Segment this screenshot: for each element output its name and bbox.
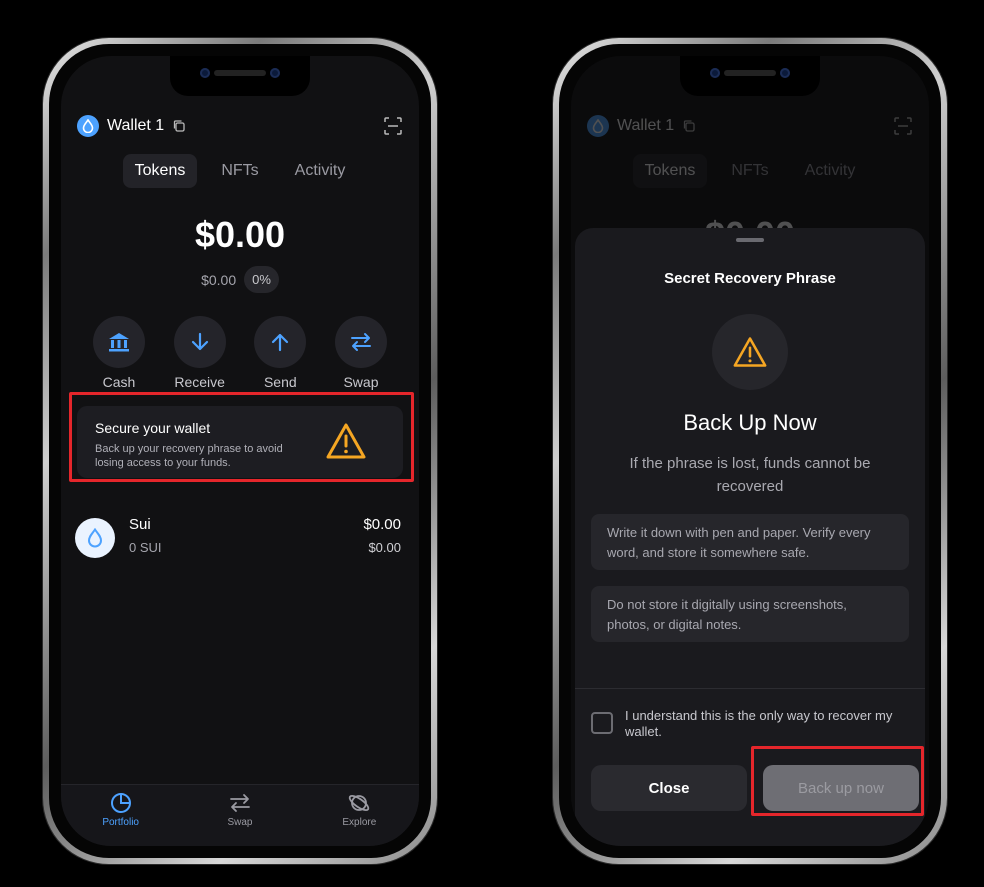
wallet-header: Wallet 1 [77,108,403,144]
phone-frame-right: Wallet 1 Tokens NFTs Activity $0.00 Secr… [553,38,947,864]
tab-activity[interactable]: Activity [283,154,358,188]
swap-icon [230,794,250,812]
tip-write-down: Write it down with pen and paper. Verify… [591,514,909,570]
nav-portfolio[interactable]: Portfolio [81,791,161,846]
highlight-secure-card [69,392,414,482]
warning-icon [733,337,767,367]
tab-tokens[interactable]: Tokens [122,154,198,188]
backup-modal-screen: Wallet 1 Tokens NFTs Activity $0.00 Secr… [571,56,929,846]
nav-portfolio-label: Portfolio [102,817,139,828]
sui-logo-icon[interactable] [77,115,99,137]
swap-button[interactable]: Swap [329,316,393,390]
receive-label: Receive [174,374,225,390]
nav-explore[interactable]: Explore [319,791,399,846]
cash-label: Cash [102,374,136,390]
token-row-sui[interactable]: Sui 0 SUI $0.00 $0.00 [75,514,401,562]
understand-checkbox-label[interactable]: I understand this is the only way to rec… [625,708,903,740]
highlight-backup-button [751,746,924,816]
token-value-secondary: $0.00 [368,540,401,555]
send-button[interactable]: Send [248,316,312,390]
receive-button[interactable]: Receive [168,316,232,390]
send-label: Send [263,374,297,390]
nav-explore-label: Explore [342,817,377,828]
token-name: Sui [129,516,151,533]
backup-description: If the phrase is lost, funds cannot be r… [629,455,871,495]
bottom-nav: Portfolio Swap Explore [61,784,419,846]
total-balance: $0.00 [194,214,286,255]
backup-heading: Back Up Now [683,410,817,435]
sub-balance-value: $0.00 [201,271,237,288]
scan-icon[interactable] [383,116,403,136]
asset-tabs: Tokens NFTs Activity [61,154,419,188]
tab-nfts[interactable]: NFTs [209,154,270,188]
sheet-title: Secret Recovery Phrase [664,270,836,287]
divider [575,688,925,689]
close-button[interactable]: Close [591,765,747,811]
phone-notch [680,56,820,96]
wallet-name[interactable]: Wallet 1 [107,117,164,135]
understand-checkbox[interactable] [591,712,613,734]
token-value: $0.00 [363,516,401,533]
swap-icon [350,333,371,351]
arrow-up-icon [272,333,289,352]
swap-label: Swap [343,374,379,390]
bank-icon [109,333,129,352]
sheet-drag-handle[interactable] [736,238,764,242]
tip-no-digital: Do not store it digitally using screensh… [591,586,909,642]
nav-swap-label: Swap [227,817,253,828]
pie-chart-icon [110,793,131,813]
phone-notch [170,56,310,96]
change-percent-badge: 0% [244,266,279,293]
copy-icon[interactable] [172,119,186,133]
arrow-down-icon [191,332,208,351]
warning-badge [712,314,788,390]
planet-icon [349,794,370,812]
sui-token-icon [75,518,115,558]
balance-change: $0.00 0% [61,266,419,293]
cash-button[interactable]: Cash [87,316,151,390]
token-amount: 0 SUI [129,540,162,555]
nav-swap[interactable]: Swap [200,791,280,846]
quick-actions: Cash Receive Send Swap [87,316,393,390]
